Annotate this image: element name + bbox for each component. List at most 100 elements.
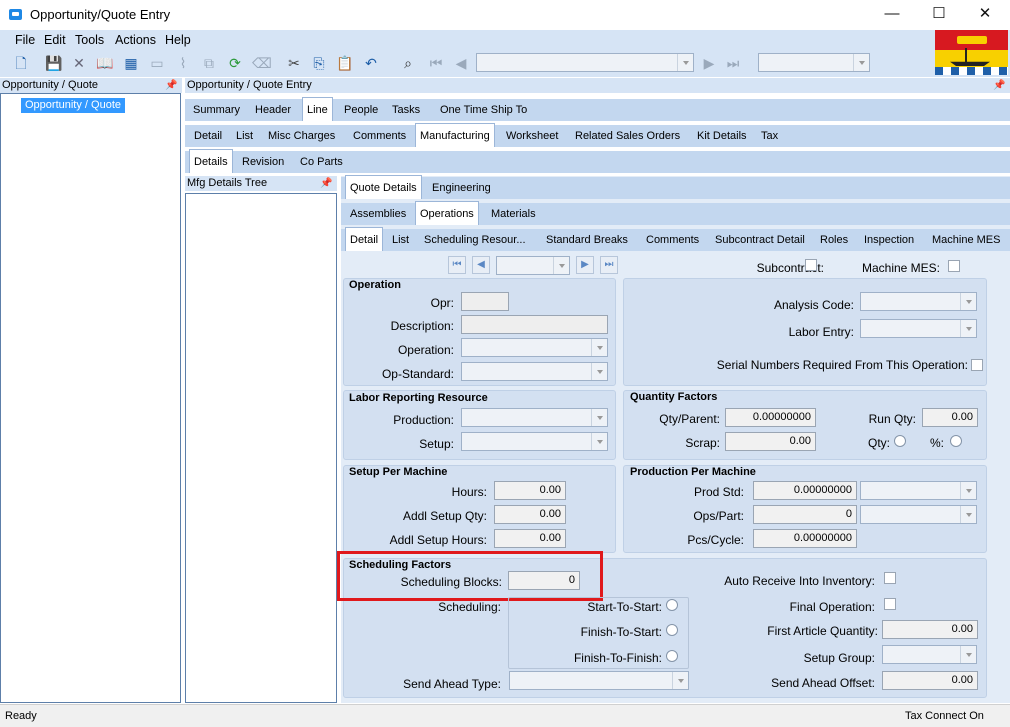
- tab-manufacturing[interactable]: Manufacturing: [415, 123, 495, 147]
- opr-input[interactable]: [461, 292, 509, 311]
- tab-details[interactable]: Details: [189, 149, 233, 173]
- pcs-cycle-input[interactable]: 0.00000000: [753, 529, 857, 548]
- pct-radio[interactable]: [950, 435, 962, 447]
- binoculars-icon[interactable]: ⌕: [399, 54, 417, 72]
- first-operation-icon[interactable]: ⏮: [448, 256, 466, 274]
- chevron-down-icon[interactable]: [591, 339, 607, 356]
- setup-combo[interactable]: [461, 432, 608, 451]
- book-icon[interactable]: 📖: [96, 54, 114, 72]
- tab-comments[interactable]: Comments: [349, 125, 410, 147]
- tab-people[interactable]: People: [340, 99, 382, 121]
- minimize-button[interactable]: —: [880, 4, 904, 24]
- toolbar-extra-combo[interactable]: [758, 53, 870, 72]
- tab-machine-mes[interactable]: Machine MES: [928, 229, 1004, 251]
- labor-entry-combo[interactable]: [860, 319, 977, 338]
- tab-op-detail[interactable]: Detail: [345, 227, 384, 251]
- prod-std-input[interactable]: 0.00000000: [753, 481, 857, 500]
- tab-worksheet[interactable]: Worksheet: [502, 125, 562, 147]
- tab-misc-charges[interactable]: Misc Charges: [264, 125, 339, 147]
- tab-tasks[interactable]: Tasks: [388, 99, 424, 121]
- chevron-down-icon[interactable]: [677, 54, 693, 71]
- operation-combo[interactable]: [461, 338, 608, 357]
- send-ahead-offset-input[interactable]: 0.00: [882, 671, 978, 690]
- ops-part-input[interactable]: 0: [753, 505, 857, 524]
- tab-standard-breaks[interactable]: Standard Breaks: [542, 229, 632, 251]
- save-icon[interactable]: 💾: [45, 54, 63, 72]
- tab-summary[interactable]: Summary: [189, 99, 244, 121]
- chevron-down-icon[interactable]: [960, 506, 976, 523]
- menu-file[interactable]: File: [15, 33, 35, 47]
- pin-icon[interactable]: 📌: [993, 80, 1005, 92]
- tab-subcontract-detail[interactable]: Subcontract Detail: [711, 229, 809, 251]
- prev-operation-icon[interactable]: ◀: [472, 256, 490, 274]
- tab-operations[interactable]: Operations: [415, 201, 479, 225]
- chevron-down-icon[interactable]: [672, 672, 688, 689]
- folder-icon[interactable]: ▭: [148, 54, 166, 72]
- final-operation-checkbox[interactable]: [884, 598, 896, 610]
- next-operation-icon[interactable]: ▶: [576, 256, 594, 274]
- next-record-icon[interactable]: ▶: [700, 54, 718, 72]
- chevron-down-icon[interactable]: [960, 293, 976, 310]
- menu-help[interactable]: Help: [165, 33, 191, 47]
- subcontract-checkbox[interactable]: [805, 259, 817, 271]
- tab-materials[interactable]: Materials: [487, 203, 540, 225]
- addl-setup-hours-input[interactable]: 0.00: [494, 529, 566, 548]
- run-qty-input[interactable]: 0.00: [922, 408, 978, 427]
- qty-radio[interactable]: [894, 435, 906, 447]
- menu-actions[interactable]: Actions: [115, 33, 156, 47]
- refresh-icon[interactable]: ⟳: [226, 54, 244, 72]
- tab-list[interactable]: List: [232, 125, 257, 147]
- record-selector-combo[interactable]: [476, 53, 694, 72]
- paste-icon[interactable]: 📋: [336, 54, 354, 72]
- new-icon[interactable]: 🗋: [12, 54, 30, 72]
- hours-input[interactable]: 0.00: [494, 481, 566, 500]
- machine-mes-checkbox[interactable]: [948, 260, 960, 272]
- ops-part-combo[interactable]: [860, 505, 977, 524]
- tab-assemblies[interactable]: Assemblies: [346, 203, 410, 225]
- chevron-down-icon[interactable]: [960, 646, 976, 663]
- serial-required-checkbox[interactable]: [971, 359, 983, 371]
- tab-kit-details[interactable]: Kit Details: [693, 125, 751, 147]
- tab-inspection[interactable]: Inspection: [860, 229, 918, 251]
- tab-scheduling-resources[interactable]: Scheduling Resour...: [420, 229, 530, 251]
- tab-co-parts[interactable]: Co Parts: [296, 151, 347, 173]
- operation-navigator-combo[interactable]: [496, 256, 570, 275]
- chevron-down-icon[interactable]: [591, 433, 607, 450]
- chevron-down-icon[interactable]: [853, 54, 869, 71]
- prev-record-icon[interactable]: ◀: [452, 54, 470, 72]
- cut-icon[interactable]: ✂: [285, 54, 303, 72]
- last-operation-icon[interactable]: ⏭: [600, 256, 618, 274]
- tree-item-opportunity[interactable]: Opportunity / Quote: [21, 98, 125, 113]
- pin-icon[interactable]: 📌: [320, 178, 332, 190]
- delete-icon[interactable]: ✕: [70, 54, 88, 72]
- addl-setup-qty-input[interactable]: 0.00: [494, 505, 566, 524]
- pin-icon[interactable]: 📌: [165, 80, 177, 92]
- prod-std-uom-combo[interactable]: [860, 481, 977, 500]
- chevron-down-icon[interactable]: [591, 363, 607, 380]
- close-button[interactable]: ✕: [973, 4, 997, 24]
- chevron-down-icon[interactable]: [553, 257, 569, 274]
- attach-icon[interactable]: ⌇: [174, 54, 192, 72]
- start-to-start-radio[interactable]: [666, 599, 678, 611]
- finish-to-start-radio[interactable]: [666, 624, 678, 636]
- chevron-down-icon[interactable]: [591, 409, 607, 426]
- analysis-code-combo[interactable]: [860, 292, 977, 311]
- eraser-icon[interactable]: ⌫: [252, 54, 272, 72]
- tab-detail[interactable]: Detail: [190, 125, 226, 147]
- undo-icon[interactable]: ↶: [362, 54, 380, 72]
- copy-icon[interactable]: ⎘: [310, 54, 328, 72]
- auto-receive-checkbox[interactable]: [884, 572, 896, 584]
- tab-op-list[interactable]: List: [388, 229, 413, 251]
- tab-tax[interactable]: Tax: [757, 125, 782, 147]
- qty-parent-input[interactable]: 0.00000000: [725, 408, 816, 427]
- setup-group-combo[interactable]: [882, 645, 977, 664]
- last-record-icon[interactable]: ⏭: [724, 54, 742, 72]
- finish-to-finish-radio[interactable]: [666, 650, 678, 662]
- tab-line[interactable]: Line: [302, 97, 333, 121]
- tab-related-sales-orders[interactable]: Related Sales Orders: [571, 125, 684, 147]
- tab-revision[interactable]: Revision: [238, 151, 288, 173]
- send-ahead-type-combo[interactable]: [509, 671, 689, 690]
- tab-roles[interactable]: Roles: [816, 229, 852, 251]
- grid-icon[interactable]: ▦: [122, 54, 140, 72]
- tab-engineering[interactable]: Engineering: [428, 177, 495, 199]
